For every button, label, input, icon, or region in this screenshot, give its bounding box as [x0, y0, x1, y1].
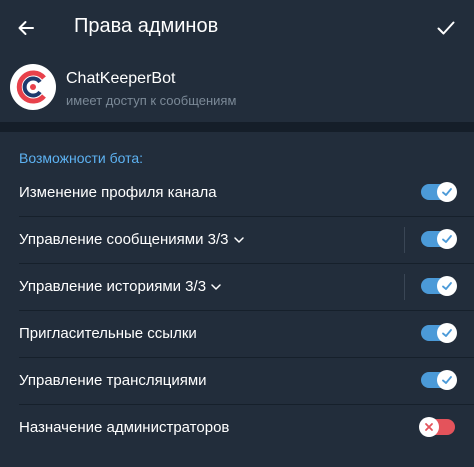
toggle-switch[interactable]: [421, 182, 457, 202]
permission-row-manage-messages[interactable]: Управление сообщениями 3/3: [0, 217, 474, 264]
avatar: [10, 64, 56, 110]
bot-name: ChatKeeperBot: [66, 70, 176, 87]
chatkeeper-logo-icon: [16, 70, 46, 104]
check-icon: [437, 21, 455, 35]
toggle-knob: [419, 417, 439, 437]
page-title: Права админов: [74, 15, 219, 37]
toggle-switch[interactable]: [421, 370, 457, 390]
permission-row-add-admins[interactable]: Назначение администраторов: [0, 405, 474, 452]
bot-access-note: имеет доступ к сообщениям: [66, 93, 237, 108]
permission-row-manage-live[interactable]: Управление трансляциями: [0, 358, 474, 405]
arrow-left-icon: [18, 21, 34, 35]
toggle-knob: [437, 229, 457, 249]
toggle-switch[interactable]: [421, 276, 457, 296]
toggle-knob: [437, 182, 457, 202]
toggle-knob: [437, 323, 457, 343]
permission-label: Изменение профиля канала: [19, 184, 217, 201]
vertical-separator: [404, 274, 405, 300]
permission-label: Назначение администраторов: [19, 419, 230, 436]
back-button[interactable]: [12, 14, 40, 42]
vertical-separator: [404, 227, 405, 253]
toggle-knob: [437, 276, 457, 296]
permissions-section: Возможности бота: Изменение профиля кана…: [0, 132, 474, 467]
permission-label: Пригласительные ссылки: [19, 325, 197, 342]
bot-info-card: ChatKeeperBot имеет доступ к сообщениям: [0, 56, 474, 122]
toggle-switch[interactable]: [419, 417, 455, 437]
check-icon: [442, 376, 452, 384]
permission-label: Управление сообщениями 3/3: [19, 231, 229, 248]
permission-label: Управление историями 3/3: [19, 278, 207, 295]
section-title: Возможности бота:: [19, 150, 144, 166]
permission-label: Управление трансляциями: [19, 372, 207, 389]
toggle-knob: [437, 370, 457, 390]
section-gap: [0, 122, 474, 132]
permission-row-edit-profile[interactable]: Изменение профиля канала: [0, 170, 474, 217]
permission-row-manage-stories[interactable]: Управление историями 3/3: [0, 264, 474, 311]
permission-row-invite-links[interactable]: Пригласительные ссылки: [0, 311, 474, 358]
top-bar: Права админов: [0, 0, 474, 56]
check-icon: [442, 188, 452, 196]
save-button[interactable]: [432, 14, 460, 42]
check-icon: [442, 235, 452, 243]
chevron-down-icon[interactable]: [210, 281, 222, 293]
toggle-switch[interactable]: [421, 229, 457, 249]
check-icon: [442, 282, 452, 290]
close-icon: [425, 423, 433, 431]
check-icon: [442, 329, 452, 337]
toggle-switch[interactable]: [421, 323, 457, 343]
chevron-down-icon[interactable]: [233, 234, 245, 246]
